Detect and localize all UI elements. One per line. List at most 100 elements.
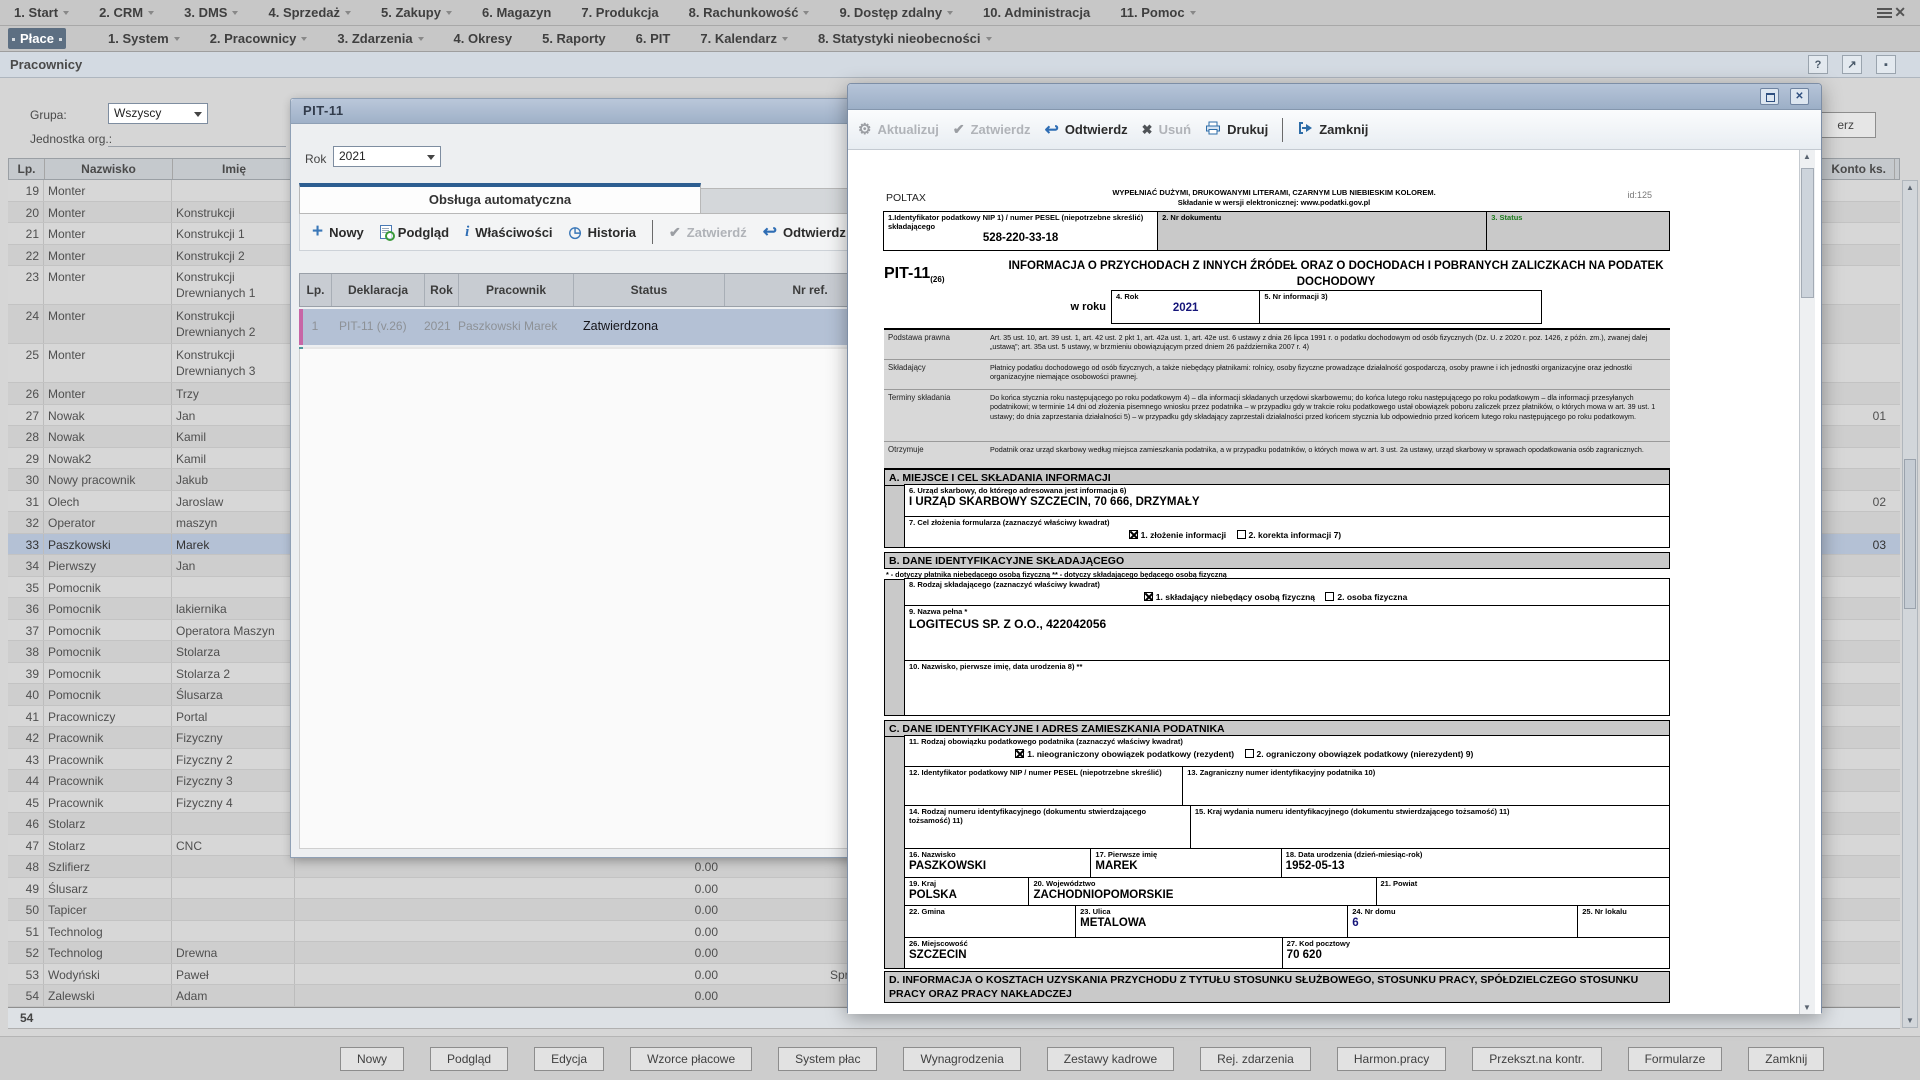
main-scrollbar[interactable]: ▲ ▼ — [1902, 180, 1918, 1028]
cell-konto — [1820, 663, 1894, 684]
preview-scrollbar[interactable]: ▲ ▼ — [1799, 150, 1815, 1014]
checkbox-niebedacy-osoba-fizyczna[interactable] — [1144, 592, 1153, 601]
pit11-dialog-title[interactable]: PIT-11 — [291, 99, 903, 124]
col-deklaracja[interactable]: Deklaracja — [332, 274, 425, 306]
zestawy-kadrowe-button[interactable]: Zestawy kadrowe — [1047, 1047, 1174, 1071]
podgląd-button[interactable]: Podgląd — [430, 1047, 508, 1071]
menu-item-6-pit[interactable]: 6. PIT — [636, 31, 671, 46]
menu-item-11-pomoc[interactable]: 11. Pomoc — [1120, 5, 1195, 20]
menu-item-3-zdarzenia[interactable]: 3. Zdarzenia — [337, 31, 423, 46]
drukuj-button[interactable]: Drukuj — [1205, 121, 1268, 138]
restore-window-icon[interactable] — [1760, 88, 1779, 105]
menu-item-7-produkcja[interactable]: 7. Produkcja — [581, 5, 658, 20]
odtwierdz-button[interactable]: ↩Odtwierdz — [763, 225, 846, 240]
tab-obsluga-automatyczna[interactable]: Obsługa automatyczna — [299, 183, 701, 214]
checkbox-nierezydent[interactable] — [1245, 749, 1254, 758]
menu-item-10-administracja[interactable]: 10. Administracja — [983, 5, 1090, 20]
menu-item-4-sprzedaż[interactable]: 4. Sprzedaż — [268, 5, 351, 20]
cell-konto — [1820, 921, 1894, 942]
toolbar-separator — [1282, 118, 1283, 142]
harmon-pracy-button[interactable]: Harmon.pracy — [1337, 1047, 1446, 1071]
menu-item-1-start[interactable]: 1. Start — [14, 5, 69, 20]
właściwości-button[interactable]: iWłaściwości — [465, 224, 552, 241]
menu-item-2-crm[interactable]: 2. CRM — [99, 5, 154, 20]
menu-item-7-kalendarz[interactable]: 7. Kalendarz — [700, 31, 788, 46]
cell-lp: 44 — [8, 770, 44, 791]
zamknij-button[interactable]: Zamknij — [1748, 1047, 1824, 1071]
formularze-button[interactable]: Formularze — [1628, 1047, 1723, 1071]
preview-titlebar[interactable] — [848, 84, 1821, 110]
menu-item-3-dms[interactable]: 3. DMS — [184, 5, 238, 20]
wynagrodzenia-button[interactable]: Wynagrodzenia — [903, 1047, 1020, 1071]
col-nazwisko[interactable]: Nazwisko — [45, 159, 173, 179]
wzorce-płacowe-button[interactable]: Wzorce płacowe — [630, 1047, 752, 1071]
printer-icon — [1205, 121, 1221, 138]
rok-select[interactable]: 2021 — [333, 146, 441, 167]
menu-item-8-statystyki-nieobecności[interactable]: 8. Statystyki nieobecności — [818, 31, 992, 46]
cell-imie — [172, 921, 295, 942]
checkbox-korekta[interactable] — [1237, 530, 1246, 539]
scroll-down-icon[interactable]: ▼ — [1905, 1016, 1915, 1025]
page-title: Pracownicy — [10, 57, 82, 72]
help-icon[interactable]: ? — [1808, 55, 1828, 74]
menu-item-5-raporty[interactable]: 5. Raporty — [542, 31, 606, 46]
active-module-plac[interactable]: Płace — [8, 28, 66, 49]
group-select[interactable]: Wszyscy — [108, 103, 208, 124]
expand-icon[interactable]: ↗ — [1842, 55, 1862, 74]
podgląd-button[interactable]: Podgląd — [380, 225, 449, 240]
zamknij-button[interactable]: Zamknij — [1297, 121, 1368, 138]
org-unit-field[interactable] — [108, 146, 286, 147]
close-module-icon[interactable]: ✕ — [1894, 4, 1906, 21]
menu-item-5-zakupy[interactable]: 5. Zakupy — [381, 5, 452, 20]
cell-rok: 2021 — [424, 309, 458, 345]
field-status: 3. Status — [1486, 211, 1670, 251]
col-konto[interactable]: Konto ks. — [1821, 159, 1895, 179]
menu-item-8-rachunkowość[interactable]: 8. Rachunkowość — [689, 5, 810, 20]
cell-nazwisko: Monter — [44, 305, 172, 343]
menu-item-9-dostęp-zdalny[interactable]: 9. Dostęp zdalny — [839, 5, 953, 20]
declaration-row-1[interactable]: 1PIT-11 (v.26)2021Paszkowski MarekZatwie… — [299, 309, 897, 345]
cell-lp: 30 — [8, 469, 44, 490]
col-pracownik[interactable]: Pracownik — [459, 274, 574, 306]
przekszt-na-kontr-button[interactable]: Przekszt.na kontr. — [1472, 1047, 1601, 1071]
field-rodzaj-skladajacego: 8. Rodzaj składającego (zaznaczyć właści… — [904, 578, 1670, 606]
scroll-up-icon[interactable]: ▲ — [1905, 183, 1915, 192]
menu-item-6-magazyn[interactable]: 6. Magazyn — [482, 5, 551, 20]
col-lp[interactable]: Lp. — [9, 159, 45, 179]
cell-nazwisko: Tapicer — [44, 899, 172, 920]
cell-imie: Konstrukcji Drewnianych 2 — [172, 305, 295, 343]
historia-button[interactable]: ◷Historia — [569, 225, 637, 240]
scroll-down-icon[interactable]: ▼ — [1802, 1003, 1812, 1012]
cell-konto — [1820, 813, 1894, 834]
rej-zdarzenia-button[interactable]: Rej. zdarzenia — [1200, 1047, 1311, 1071]
hamburger-icon[interactable] — [1877, 8, 1892, 18]
section-d-header: D. INFORMACJA O KOSZTACH UZYSKANIA PRZYC… — [884, 971, 1670, 1003]
scrollbar-thumb[interactable] — [1801, 168, 1814, 298]
cell-konto: 01 — [1820, 405, 1894, 426]
close-window-icon[interactable]: ✕ — [1790, 88, 1809, 105]
checkbox-zlozenie-checked[interactable] — [1129, 530, 1138, 539]
scrollbar-thumb[interactable] — [1904, 459, 1916, 609]
col-imie[interactable]: Imię — [173, 159, 296, 179]
menu-item-2-pracownicy[interactable]: 2. Pracownicy — [210, 31, 308, 46]
checkbox-osoba-fizyczna[interactable] — [1325, 592, 1334, 601]
declarations-grid-header: Lp.DeklaracjaRokPracownikStatusNr ref. — [299, 273, 897, 307]
menu-item-1-system[interactable]: 1. System — [108, 31, 180, 46]
cell-wartosc: 0.00 — [656, 942, 722, 963]
checkbox-rezydent[interactable] — [1015, 749, 1024, 758]
system-płac-button[interactable]: System płac — [778, 1047, 877, 1071]
col-rok[interactable]: Rok — [425, 274, 459, 306]
pin-icon[interactable]: ▪ — [1876, 55, 1896, 74]
cell-imie — [172, 813, 295, 834]
legal-label: Terminy składania — [884, 390, 984, 441]
form-title: INFORMACJA O PRZYCHODACH Z INNYCH ŹRÓDEŁ… — [1002, 257, 1670, 290]
edycja-button[interactable]: Edycja — [534, 1047, 604, 1071]
scroll-up-icon[interactable]: ▲ — [1802, 152, 1812, 161]
col-status[interactable]: Status — [574, 274, 725, 306]
odtwierdz-button[interactable]: ↩Odtwierdz — [1045, 122, 1128, 137]
nowy-button[interactable]: Nowy — [340, 1047, 404, 1071]
col-lp[interactable]: Lp. — [300, 274, 332, 306]
menu-item-4-okresy[interactable]: 4. Okresy — [454, 31, 513, 46]
field-zagraniczny-numer: 13. Zagraniczny numer identyfikacyjny po… — [1182, 766, 1670, 806]
nowy-button[interactable]: +Nowy — [312, 225, 364, 240]
